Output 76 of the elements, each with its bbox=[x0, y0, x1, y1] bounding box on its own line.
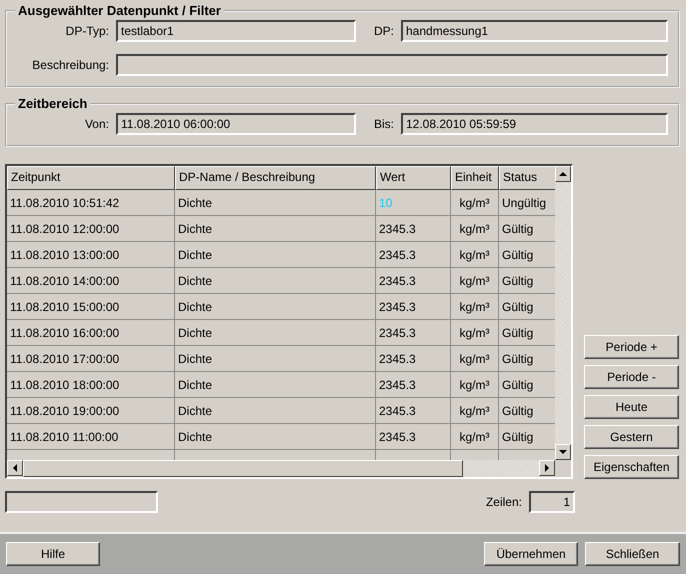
table-cell: kg/m³ bbox=[451, 268, 499, 294]
table-cell: kg/m³ bbox=[451, 372, 499, 398]
side-button[interactable]: Heute bbox=[584, 395, 679, 419]
scroll-left-button[interactable] bbox=[7, 460, 23, 476]
table-cell: kg/m³ bbox=[451, 346, 499, 372]
table-cell: kg/m³ bbox=[451, 216, 499, 242]
dp-type-field[interactable]: testlabor1 bbox=[116, 20, 356, 42]
table-cell: 11.08.2010 19:00:00 bbox=[7, 398, 175, 424]
column-header[interactable]: Wert bbox=[376, 166, 451, 190]
table-cell: 2345.3 bbox=[376, 242, 451, 268]
field-label: Von: bbox=[84, 117, 110, 131]
up-arrow-icon bbox=[559, 170, 567, 178]
scroll-down-button[interactable] bbox=[555, 444, 571, 460]
right-arrow-icon bbox=[543, 464, 551, 472]
scroll-right-button[interactable] bbox=[539, 460, 555, 476]
table-cell: Dichte bbox=[175, 190, 376, 216]
field-label: Beschreibung: bbox=[31, 58, 110, 72]
table-cell: 11.08.2010 14:00:00 bbox=[7, 268, 175, 294]
table-cell: Dichte bbox=[175, 372, 376, 398]
table-cell: 11.08.2010 18:00:00 bbox=[7, 372, 175, 398]
table-cell: 11.08.2010 16:00:00 bbox=[7, 320, 175, 346]
column-header[interactable]: DP-Name / Beschreibung bbox=[175, 166, 376, 190]
scroll-up-button[interactable] bbox=[555, 166, 571, 182]
apply-button[interactable]: Übernehmen bbox=[484, 542, 578, 566]
from-field[interactable]: 11.08.2010 06:00:00 bbox=[116, 113, 356, 135]
dp-field[interactable]: handmessung1 bbox=[401, 20, 668, 42]
table-cell: 10 bbox=[376, 190, 451, 216]
table-cell: 2345.3 bbox=[376, 398, 451, 424]
table-cell: 2345.3 bbox=[376, 268, 451, 294]
table-cell: 2345.3 bbox=[376, 424, 451, 450]
side-button[interactable]: Gestern bbox=[584, 425, 679, 449]
table-cell: Dichte bbox=[175, 398, 376, 424]
side-button[interactable]: Periode + bbox=[584, 335, 679, 359]
close-button[interactable]: Schließen bbox=[585, 542, 680, 566]
table-cell: 2345.3 bbox=[376, 346, 451, 372]
rows-count-field[interactable]: 1 bbox=[529, 491, 575, 513]
column-header[interactable]: Zeitpunkt bbox=[7, 166, 175, 190]
scroll-thumb[interactable] bbox=[23, 460, 463, 477]
table-cell: Dichte bbox=[175, 294, 376, 320]
rows-label: Zeilen: bbox=[484, 495, 523, 509]
table-cell: Dichte bbox=[175, 424, 376, 450]
field-label: DP: bbox=[372, 24, 395, 38]
help-button[interactable]: Hilfe bbox=[6, 542, 100, 566]
column-header[interactable]: Einheit bbox=[451, 166, 499, 190]
table-cell: Dichte bbox=[175, 216, 376, 242]
table-cell: kg/m³ bbox=[451, 424, 499, 450]
table-cell: 11.08.2010 11:00:00 bbox=[7, 424, 175, 450]
table-cell: 11.08.2010 10:51:42 bbox=[7, 190, 175, 216]
table-cell: kg/m³ bbox=[451, 242, 499, 268]
table-cell: kg/m³ bbox=[451, 398, 499, 424]
side-button[interactable]: Eigenschaften bbox=[584, 455, 679, 479]
table-cell: kg/m³ bbox=[451, 320, 499, 346]
field-label: Bis: bbox=[372, 117, 395, 131]
table-cell: 2345.3 bbox=[376, 320, 451, 346]
table-cell: 11.08.2010 15:00:00 bbox=[7, 294, 175, 320]
table-cell: Dichte bbox=[175, 320, 376, 346]
table-cell: Dichte bbox=[175, 346, 376, 372]
table-cell: 2345.3 bbox=[376, 372, 451, 398]
table-cell: Dichte bbox=[175, 242, 376, 268]
group-title: Zeitbereich bbox=[17, 96, 88, 111]
table-cell: 2345.3 bbox=[376, 294, 451, 320]
table-cell: 11.08.2010 13:00:00 bbox=[7, 242, 175, 268]
table-cell: kg/m³ bbox=[451, 294, 499, 320]
table-cell: Dichte bbox=[175, 268, 376, 294]
down-arrow-icon bbox=[559, 448, 567, 456]
description-field[interactable] bbox=[116, 54, 668, 76]
table-cell: kg/m³ bbox=[451, 190, 499, 216]
group-title: Ausgewählter Datenpunkt / Filter bbox=[17, 3, 222, 18]
table-cell: 2345.3 bbox=[376, 216, 451, 242]
table-cell: 11.08.2010 12:00:00 bbox=[7, 216, 175, 242]
to-field[interactable]: 12.08.2010 05:59:59 bbox=[401, 113, 668, 135]
field-label: DP-Typ: bbox=[64, 24, 110, 38]
side-button[interactable]: Periode - bbox=[584, 365, 679, 389]
table-cell: 11.08.2010 17:00:00 bbox=[7, 346, 175, 372]
status-field[interactable] bbox=[5, 491, 158, 513]
left-arrow-icon bbox=[11, 464, 19, 472]
